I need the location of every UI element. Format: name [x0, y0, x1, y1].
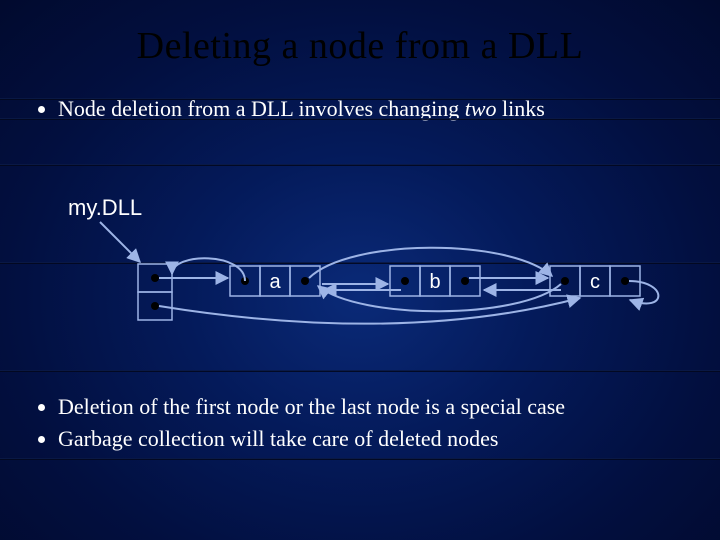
mydll-pointer	[100, 222, 140, 262]
bullet-item: Deletion of the first node or the last n…	[58, 394, 690, 420]
node-a-label: a	[269, 271, 281, 293]
head-node	[138, 264, 172, 320]
link-c-next	[629, 281, 658, 303]
node-c-label: c	[590, 271, 600, 293]
node-a: a	[230, 266, 320, 296]
bullet-item: Garbage collection will take care of del…	[58, 426, 690, 452]
dll-diagram: a b c	[0, 0, 720, 540]
node-c: c	[550, 266, 640, 296]
node-b: b	[390, 266, 480, 296]
bullet-list-bottom: Deletion of the first node or the last n…	[0, 388, 720, 458]
node-b-label: b	[429, 271, 440, 293]
link-head-to-c	[159, 298, 580, 324]
